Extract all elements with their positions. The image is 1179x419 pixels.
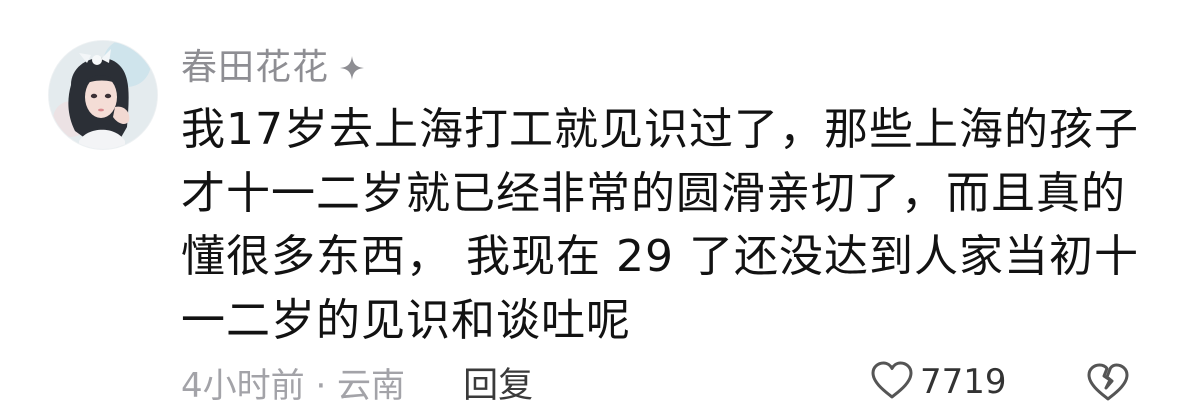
like-button[interactable]: 7719 — [870, 356, 1007, 408]
username[interactable]: 春田花花 — [181, 44, 329, 92]
comment-item: 春田花花 我17岁去上海打工就见识过了，那些上海的孩子才十一二岁就已经非常的圆滑… — [0, 0, 1179, 419]
timestamp-location: 4小时前 · 云南 — [181, 365, 406, 406]
reply-button[interactable]: 回复 — [463, 357, 533, 408]
comment-text: 我17岁去上海打工就见识过了，那些上海的孩子才十一二岁就已经非常的圆滑亲切了，而… — [181, 104, 1139, 346]
comment-meta: 4小时前 · 云南 回复 — [181, 356, 533, 408]
username-row: 春田花花 — [181, 44, 365, 92]
like-count: 7719 — [920, 362, 1007, 402]
avatar-image — [49, 41, 157, 149]
heart-outline-icon — [870, 360, 914, 404]
avatar[interactable] — [48, 40, 158, 150]
sparkle-icon — [339, 55, 365, 81]
broken-heart-icon[interactable] — [1086, 361, 1130, 403]
